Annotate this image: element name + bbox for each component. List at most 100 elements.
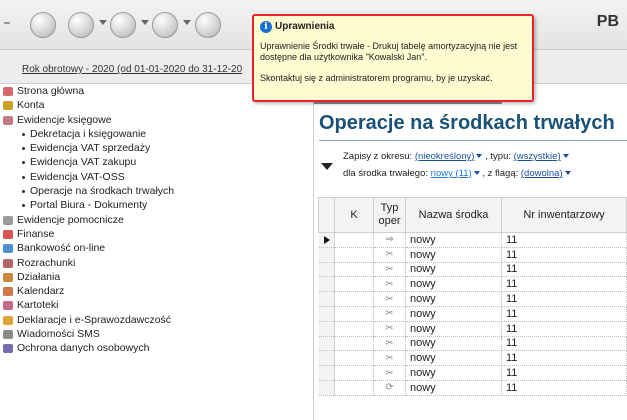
sidebar-item[interactable]: Ewidencje pomocnicze	[0, 213, 313, 227]
cell-typ[interactable]: ✂	[373, 291, 406, 307]
cell-typ[interactable]: ✂	[373, 336, 406, 352]
cell-nazwa[interactable]: nowy	[405, 350, 502, 367]
sidebar-item[interactable]: Działania	[0, 270, 313, 284]
row-indicator[interactable]	[318, 306, 335, 322]
cell-typ[interactable]: ✂	[373, 306, 406, 322]
cell-nazwa[interactable]: nowy	[405, 380, 502, 396]
chevron-down-icon[interactable]	[141, 20, 149, 25]
cell-nr[interactable]: 11	[501, 365, 627, 381]
chevron-down-icon[interactable]	[183, 20, 191, 25]
cell-nr[interactable]: 11	[501, 321, 627, 337]
sidebar-item[interactable]: Kalendarz	[0, 284, 313, 298]
table-row[interactable]: ✂ nowy 11	[318, 365, 627, 381]
cell-k[interactable]	[334, 276, 374, 293]
cell-k[interactable]	[334, 262, 374, 278]
table-row[interactable]: ✂ nowy 11	[318, 276, 627, 293]
sidebar-item[interactable]: Ewidencja VAT-OSS	[0, 170, 313, 184]
column-header-nazwa[interactable]: Nazwa środka	[405, 197, 502, 233]
table-row[interactable]: ✂ nowy 11	[318, 321, 627, 337]
cell-k[interactable]	[334, 232, 374, 248]
chevron-down-icon[interactable]	[99, 20, 107, 25]
cell-nr[interactable]: 11	[501, 276, 627, 293]
cell-typ[interactable]: ✂	[373, 350, 406, 367]
table-row[interactable]: ⟳ nowy 11	[318, 380, 627, 396]
cell-nr[interactable]: 11	[501, 247, 627, 263]
sidebar-item[interactable]: Rozrachunki	[0, 256, 313, 270]
cell-nr[interactable]: 11	[501, 306, 627, 322]
cell-nr[interactable]: 11	[501, 336, 627, 352]
row-indicator[interactable]	[318, 336, 335, 352]
sidebar-item[interactable]: Ewidencje księgowe	[0, 113, 313, 127]
sidebar-item[interactable]: Portal Biura - Dokumenty	[0, 198, 313, 212]
user-initials[interactable]: PB	[597, 13, 619, 31]
flag-filter-link[interactable]: (dowolna)	[521, 168, 563, 179]
cell-k[interactable]	[334, 306, 374, 322]
column-header-k[interactable]: K	[334, 197, 374, 233]
chevron-down-icon[interactable]	[562, 154, 569, 159]
sidebar-item[interactable]: Bankowość on-line	[0, 241, 313, 255]
table-row[interactable]: ✂ nowy 11	[318, 306, 627, 322]
sidebar-item[interactable]: Deklaracje i e-Sprawozdawczość	[0, 313, 313, 327]
sidebar-item[interactable]: Dekretacja i księgowanie	[0, 127, 313, 141]
cell-typ[interactable]: ✂	[373, 365, 406, 381]
column-header-nr[interactable]: Nr inwentarzowy	[501, 197, 627, 233]
sidebar-item[interactable]: Wiadomości SMS	[0, 327, 313, 341]
sidebar-item[interactable]: Ewidencja VAT zakupu	[0, 155, 313, 169]
cell-nazwa[interactable]: nowy	[405, 336, 502, 352]
period-filter-link[interactable]: (nieokreślony)	[415, 151, 475, 162]
cell-nazwa[interactable]: nowy	[405, 365, 502, 381]
column-header-typ[interactable]: Typ oper	[373, 197, 406, 233]
table-row[interactable]: ✂ nowy 11	[318, 262, 627, 278]
cell-typ[interactable]: ✂	[373, 247, 406, 263]
sidebar-item[interactable]: Finanse	[0, 227, 313, 241]
cell-nr[interactable]: 11	[501, 262, 627, 278]
table-row[interactable]: ✂ nowy 11	[318, 336, 627, 352]
cell-nazwa[interactable]: nowy	[405, 306, 502, 322]
home-icon[interactable]	[30, 12, 56, 38]
row-indicator[interactable]	[318, 276, 335, 293]
cell-typ[interactable]: ⇒	[373, 232, 406, 248]
cell-nazwa[interactable]: nowy	[405, 276, 502, 293]
table-row[interactable]: ✂ nowy 11	[318, 291, 627, 307]
row-indicator[interactable]	[318, 321, 335, 337]
sidebar-item[interactable]: Ewidencja VAT sprzedaży	[0, 141, 313, 155]
cell-k[interactable]	[334, 336, 374, 352]
table-row[interactable]: ✂ nowy 11	[318, 350, 627, 367]
cell-typ[interactable]: ✂	[373, 262, 406, 278]
printer-icon[interactable]	[152, 12, 178, 38]
sidebar-item[interactable]: Kartoteki	[0, 298, 313, 312]
cell-typ[interactable]: ✂	[373, 321, 406, 337]
cell-nr[interactable]: 11	[501, 232, 627, 248]
tools-icon[interactable]	[110, 12, 136, 38]
collapse-filters-icon[interactable]	[321, 163, 333, 170]
row-indicator[interactable]	[318, 247, 335, 263]
cell-typ[interactable]: ✂	[373, 276, 406, 293]
cell-k[interactable]	[334, 350, 374, 367]
sidebar-item[interactable]: Ochrona danych osobowych	[0, 341, 313, 355]
table-row[interactable]: ⇒ nowy 11	[318, 232, 627, 248]
tag-icon[interactable]	[68, 12, 94, 38]
cell-nazwa[interactable]: nowy	[405, 247, 502, 263]
cell-nazwa[interactable]: nowy	[405, 291, 502, 307]
row-indicator[interactable]	[318, 380, 335, 396]
cell-nr[interactable]: 11	[501, 291, 627, 307]
cell-nazwa[interactable]: nowy	[405, 262, 502, 278]
asset-filter-link[interactable]: nowy (11)	[431, 168, 472, 179]
sidebar-item[interactable]: Operacje na środkach trwałych	[0, 184, 313, 198]
row-indicator[interactable]	[318, 350, 335, 367]
cell-k[interactable]	[334, 321, 374, 337]
row-indicator[interactable]	[318, 365, 335, 381]
cell-nazwa[interactable]: nowy	[405, 232, 502, 248]
chevron-down-icon[interactable]	[564, 171, 571, 176]
cell-k[interactable]	[334, 380, 374, 396]
cell-k[interactable]	[334, 365, 374, 381]
table-row[interactable]: ✂ nowy 11	[318, 247, 627, 263]
row-indicator[interactable]	[318, 262, 335, 278]
cell-k[interactable]	[334, 291, 374, 307]
cell-nr[interactable]: 11	[501, 380, 627, 396]
cell-typ[interactable]: ⟳	[373, 380, 406, 396]
chevron-down-icon[interactable]	[473, 171, 480, 176]
row-indicator[interactable]	[318, 291, 335, 307]
chevron-down-icon[interactable]	[476, 154, 483, 159]
type-filter-link[interactable]: (wszystkie)	[514, 151, 561, 162]
